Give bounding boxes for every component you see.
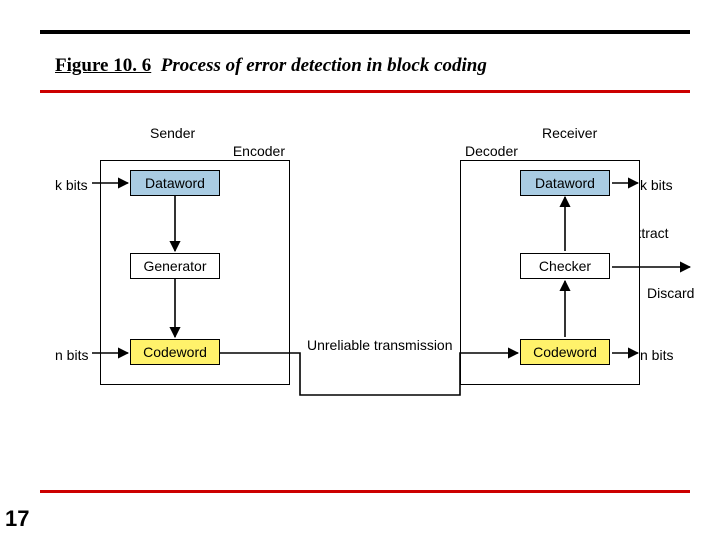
nbits-left: n bits <box>55 347 88 363</box>
receiver-codeword-box: Codeword <box>520 339 610 365</box>
sender-dataword-box: Dataword <box>130 170 220 196</box>
figure-title: Figure 10. 6 Process of error detection … <box>55 55 487 77</box>
figure-number: Figure 10. 6 <box>55 55 151 76</box>
receiver-label: Receiver <box>542 125 597 141</box>
figure-caption: Process of error detection in block codi… <box>161 55 487 76</box>
generator-box: Generator <box>130 253 220 279</box>
black-rule-top <box>40 30 690 34</box>
kbits-right: k bits <box>640 177 673 193</box>
discard-label: Discard <box>647 285 694 301</box>
red-rule-upper <box>40 90 690 93</box>
sender-codeword-box: Codeword <box>130 339 220 365</box>
kbits-left: k bits <box>55 177 88 193</box>
nbits-right: n bits <box>640 347 673 363</box>
checker-box: Checker <box>520 253 610 279</box>
red-rule-lower <box>40 490 690 493</box>
receiver-dataword-box: Dataword <box>520 170 610 196</box>
decoder-panel-label: Decoder <box>465 143 518 159</box>
encoder-panel-label: Encoder <box>233 143 285 159</box>
transmission-label: Unreliable transmission <box>307 337 453 353</box>
diagram-stage: Sender Receiver k bits k bits n bits n b… <box>0 95 720 485</box>
sender-label: Sender <box>150 125 195 141</box>
page-number: 17 <box>5 506 29 532</box>
